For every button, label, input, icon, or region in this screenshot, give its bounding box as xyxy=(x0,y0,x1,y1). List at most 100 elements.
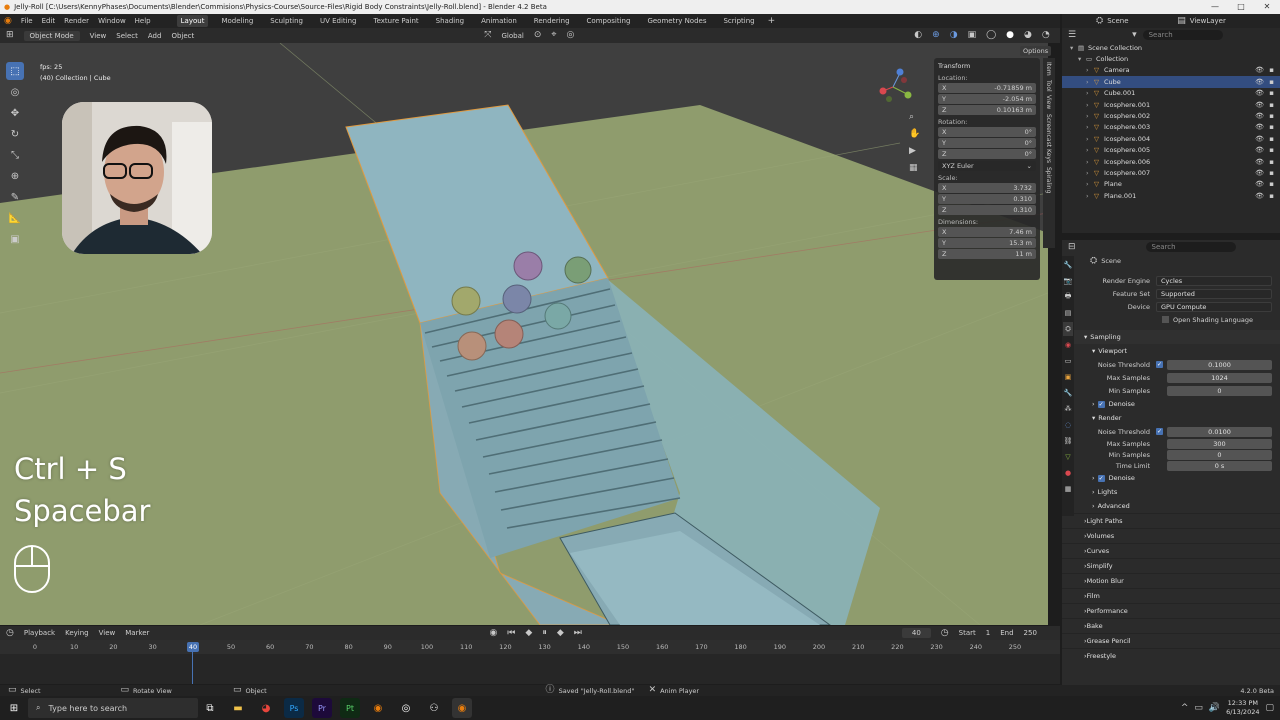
visibility-eye-icon[interactable]: 👁 xyxy=(1255,180,1264,188)
timeline-editor-icon[interactable]: ◷ xyxy=(6,628,14,638)
data-tab-icon[interactable]: ▽ xyxy=(1063,450,1073,464)
r-noise-checkbox[interactable]: ✓ xyxy=(1156,428,1163,435)
tab-compositing[interactable]: Compositing xyxy=(583,15,635,27)
tool-tab-icon[interactable]: 🔧 xyxy=(1063,258,1073,272)
menu-help[interactable]: Help xyxy=(135,17,151,25)
section-header[interactable]: › Motion Blur xyxy=(1062,573,1280,588)
visibility-eye-icon[interactable]: 👁 xyxy=(1255,112,1264,120)
pan-icon[interactable]: ✋ xyxy=(909,130,923,139)
device-dropdown[interactable]: GPU Compute xyxy=(1156,301,1272,312)
render-toggle-icon[interactable]: ▪ xyxy=(1269,78,1274,86)
outliner-row[interactable]: › ▽ Plane.001 👁 ▪ xyxy=(1062,190,1280,201)
section-header[interactable]: › Curves xyxy=(1062,543,1280,558)
tab-sculpting[interactable]: Sculpting xyxy=(266,15,307,27)
render-toggle-icon[interactable]: ▪ xyxy=(1269,101,1274,109)
proportional-icon[interactable]: ◎ xyxy=(566,31,574,40)
render-toggle-icon[interactable]: ▪ xyxy=(1269,158,1274,166)
expand-icon[interactable]: › xyxy=(1086,192,1094,200)
location-y-field[interactable]: Y -2.054 m xyxy=(938,94,1036,104)
app-icon[interactable]: ⚇ xyxy=(424,698,444,718)
blender-taskbar-icon[interactable]: ◉ xyxy=(368,698,388,718)
render-toggle-icon[interactable]: ▪ xyxy=(1269,146,1274,154)
tab-animation[interactable]: Animation xyxy=(477,15,521,27)
outliner-row[interactable]: › ▽ Icosphere.004 👁 ▪ xyxy=(1062,133,1280,144)
outliner-row[interactable]: › ▽ Plane 👁 ▪ xyxy=(1062,179,1280,190)
pause-icon[interactable]: ⏸ xyxy=(542,628,547,638)
object-tab-icon[interactable]: ▣ xyxy=(1063,370,1073,384)
outliner-row[interactable]: › ▽ Icosphere.005 👁 ▪ xyxy=(1062,145,1280,156)
xray-icon[interactable]: ▣ xyxy=(968,31,977,40)
expand-icon[interactable]: › xyxy=(1086,135,1094,143)
render-engine-dropdown[interactable]: Cycles xyxy=(1156,275,1272,286)
visibility-eye-icon[interactable]: 👁 xyxy=(1255,101,1264,109)
menu-view[interactable]: View xyxy=(90,32,107,40)
start-field[interactable]: 1 xyxy=(986,629,990,637)
scale-z-field[interactable]: Z 0.310 xyxy=(938,205,1036,215)
task-view-icon[interactable]: ⧉ xyxy=(200,698,220,718)
close-icon[interactable]: ✕ xyxy=(1254,0,1280,14)
blender-menu-icon[interactable]: ◉ xyxy=(4,16,12,26)
tab-geometry-nodes[interactable]: Geometry Nodes xyxy=(643,15,710,27)
rotation-z-field[interactable]: Z 0° xyxy=(938,149,1036,159)
cursor-icon[interactable]: ◎ xyxy=(6,83,24,101)
section-header[interactable]: › Grease Pencil xyxy=(1062,633,1280,648)
visibility-icon[interactable]: ◐ xyxy=(914,31,922,40)
rotate-icon[interactable]: ↻ xyxy=(6,125,24,143)
tab-spiraling[interactable]: Spiraling xyxy=(1045,167,1052,193)
visibility-eye-icon[interactable]: 👁 xyxy=(1255,158,1264,166)
dimensions-y-field[interactable]: Y 15.3 m xyxy=(938,238,1036,248)
record-icon[interactable]: ◉ xyxy=(489,628,497,638)
vp-noise-checkbox[interactable]: ✓ xyxy=(1156,361,1163,368)
visibility-eye-icon[interactable]: 👁 xyxy=(1255,78,1264,86)
menu-playback[interactable]: Playback xyxy=(24,629,55,637)
advanced-header[interactable]: › Advanced xyxy=(1062,499,1280,513)
lights-header[interactable]: › Lights xyxy=(1062,485,1280,499)
tab-screencast-keys[interactable]: Screencast Keys xyxy=(1045,114,1052,163)
next-key-icon[interactable]: ◆ xyxy=(557,628,564,638)
windows-start-icon[interactable]: ⊞ xyxy=(4,698,24,718)
mode-dropdown[interactable]: Object Mode xyxy=(23,30,80,41)
outliner-row[interactable]: › ▽ Icosphere.007 👁 ▪ xyxy=(1062,167,1280,178)
shading-material-icon[interactable]: ◕ xyxy=(1024,31,1032,40)
outliner-row[interactable]: › ▽ Camera 👁 ▪ xyxy=(1062,65,1280,76)
particles-tab-icon[interactable]: ⁂ xyxy=(1063,402,1073,416)
outliner-row[interactable]: › ▽ Icosphere.003 👁 ▪ xyxy=(1062,122,1280,133)
render-subpanel-header[interactable]: ▾ Render xyxy=(1062,411,1280,425)
dimensions-z-field[interactable]: Z 11 m xyxy=(938,249,1036,259)
menu-select[interactable]: Select xyxy=(116,32,138,40)
vp-noise-field[interactable]: 0.1000 xyxy=(1167,359,1272,370)
measure-icon[interactable]: 📐 xyxy=(6,209,24,227)
menu-file[interactable]: File xyxy=(21,17,33,25)
outliner-row[interactable]: › ▽ Icosphere.006 👁 ▪ xyxy=(1062,156,1280,167)
tab-texture-paint[interactable]: Texture Paint xyxy=(370,15,423,27)
shading-wire-icon[interactable]: ◯ xyxy=(986,31,996,40)
render-tab-icon[interactable]: 📷 xyxy=(1063,274,1073,288)
render-toggle-icon[interactable]: ▪ xyxy=(1269,180,1274,188)
shading-solid-icon[interactable]: ● xyxy=(1006,31,1014,40)
clock-time[interactable]: 12:33 PM xyxy=(1226,699,1259,708)
scale-x-field[interactable]: X 3.732 xyxy=(938,183,1036,193)
end-field[interactable]: 250 xyxy=(1024,629,1037,637)
physics-tab-icon[interactable]: ◌ xyxy=(1063,418,1073,432)
filter-icon[interactable]: ▾ xyxy=(1132,30,1137,40)
outliner-row[interactable]: ▾ ▤ Scene Collection xyxy=(1062,42,1280,53)
view-layer-tab-icon[interactable]: ▤ xyxy=(1063,306,1073,320)
transform-title[interactable]: Transform xyxy=(938,62,970,70)
blender-active-icon[interactable]: ◉ xyxy=(452,698,472,718)
dimensions-x-field[interactable]: X 7.46 m xyxy=(938,227,1036,237)
annotate-icon[interactable]: ✎ xyxy=(6,188,24,206)
visibility-eye-icon[interactable]: 👁 xyxy=(1255,192,1264,200)
tab-item[interactable]: Item xyxy=(1045,62,1052,76)
jump-start-icon[interactable]: ⏮ xyxy=(507,628,515,638)
orientation-dropdown[interactable]: Global xyxy=(501,32,523,40)
expand-icon[interactable]: › xyxy=(1086,78,1094,86)
world-tab-icon[interactable]: ◉ xyxy=(1063,338,1073,352)
expand-icon[interactable]: › xyxy=(1086,169,1094,177)
rotation-x-field[interactable]: X 0° xyxy=(938,127,1036,137)
expand-icon[interactable]: ▾ xyxy=(1078,55,1086,63)
select-box-icon[interactable]: ⬚ xyxy=(6,62,24,80)
expand-icon[interactable]: › xyxy=(1086,89,1094,97)
menu-add[interactable]: Add xyxy=(148,32,162,40)
render-toggle-icon[interactable]: ▪ xyxy=(1269,66,1274,74)
tab-scripting[interactable]: Scripting xyxy=(719,15,758,27)
